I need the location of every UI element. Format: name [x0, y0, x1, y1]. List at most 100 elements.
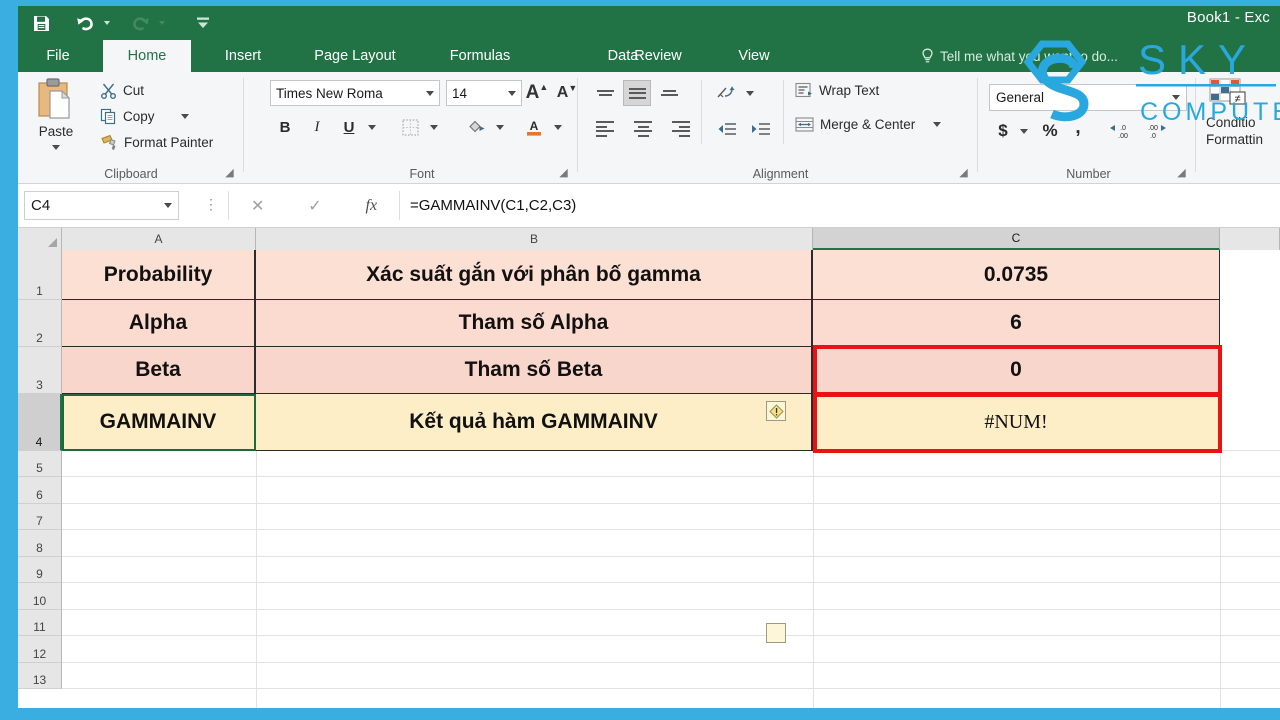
orientation-button[interactable]	[711, 80, 741, 106]
row-header-11[interactable]: 11	[18, 610, 62, 636]
cell-A2[interactable]: Alpha	[62, 300, 256, 347]
column-header-b[interactable]: B	[256, 228, 813, 250]
row-header-12[interactable]: 12	[18, 636, 62, 663]
italic-button[interactable]: I	[304, 114, 330, 140]
tab-page-layout[interactable]: Page Layout	[290, 40, 420, 72]
copy-button[interactable]: Copy	[100, 108, 189, 125]
increase-font-size-button[interactable]: A ▲	[524, 79, 550, 106]
fx-icon[interactable]: fx	[366, 197, 378, 215]
cell-C2[interactable]: 6	[813, 300, 1220, 347]
row-header-13[interactable]: 13	[18, 663, 62, 689]
tell-me-search[interactable]: Tell me what you want to do...	[921, 40, 1118, 72]
row-header-3[interactable]: 3	[18, 347, 62, 394]
row-header-9[interactable]: 9	[18, 557, 62, 583]
align-middle-button[interactable]	[623, 80, 651, 106]
save-icon[interactable]	[26, 9, 56, 37]
svg-text:.00: .00	[1148, 125, 1158, 132]
tab-home[interactable]: Home	[103, 40, 191, 72]
tab-insert[interactable]: Insert	[208, 40, 278, 72]
font-dialog-launcher[interactable]: ◢	[557, 167, 570, 180]
borders-button[interactable]	[396, 114, 424, 140]
decrease-indent-button[interactable]	[711, 116, 741, 142]
format-painter-button[interactable]: Format Painter	[100, 134, 213, 151]
font-size-caret-icon[interactable]	[508, 90, 516, 96]
font-name-caret-icon[interactable]	[426, 90, 434, 96]
row-header-5[interactable]: 5	[18, 451, 62, 477]
font-color-button[interactable]: A	[520, 114, 548, 140]
cell-A1[interactable]: Probability	[62, 250, 256, 300]
increase-indent-button[interactable]	[745, 116, 775, 142]
align-bottom-button[interactable]	[655, 80, 683, 106]
undo-dropdown-caret-icon[interactable]	[100, 9, 113, 37]
customize-qat-icon[interactable]	[188, 9, 218, 37]
cell-A3[interactable]: Beta	[62, 347, 256, 394]
orientation-dropdown-caret-icon[interactable]	[743, 80, 757, 106]
fill-color-dropdown-caret-icon[interactable]	[492, 114, 508, 140]
tab-formulas[interactable]: Formulas	[430, 40, 530, 72]
accounting-dropdown-caret-icon[interactable]	[1017, 118, 1031, 144]
select-all-corner[interactable]	[18, 228, 62, 250]
paste-dropdown-caret-icon[interactable]	[52, 145, 60, 150]
row-header-4[interactable]: 4	[18, 394, 62, 451]
underline-button[interactable]: U	[336, 114, 362, 140]
cell-B3[interactable]: Tham số Beta	[256, 347, 813, 394]
check-icon[interactable]: ✓	[308, 196, 321, 216]
borders-icon	[402, 119, 418, 135]
cell-C1[interactable]: 0.0735	[813, 250, 1220, 300]
column-header-c[interactable]: C	[813, 228, 1220, 250]
column-header-d[interactable]	[1220, 228, 1280, 250]
accounting-format-button[interactable]: $	[991, 118, 1015, 144]
merge-center-button[interactable]: Merge & Center	[795, 116, 942, 133]
clipboard-dialog-launcher[interactable]: ◢	[223, 167, 236, 180]
tab-review[interactable]: Review	[618, 40, 698, 72]
font-color-dropdown-caret-icon[interactable]	[550, 114, 566, 140]
column-header-a[interactable]: A	[62, 228, 256, 250]
number-format-caret-icon[interactable]	[1172, 95, 1180, 100]
underline-dropdown-caret-icon[interactable]	[364, 114, 380, 140]
font-size-input[interactable]: 14	[446, 80, 522, 106]
increase-decimal-button[interactable]: .0 .00	[1105, 118, 1137, 144]
tab-view[interactable]: View	[723, 40, 785, 72]
number-dialog-launcher[interactable]: ◢	[1175, 167, 1188, 180]
currency-label: $	[998, 121, 1008, 140]
bold-button[interactable]: B	[272, 114, 298, 140]
cut-button[interactable]: Cut	[100, 82, 144, 99]
row-header-1[interactable]: 1	[18, 250, 62, 300]
percent-format-button[interactable]: %	[1037, 118, 1063, 144]
merge-center-dropdown-caret-icon[interactable]	[933, 122, 942, 127]
tab-file[interactable]: File	[28, 40, 88, 72]
cell-B2[interactable]: Tham số Alpha	[256, 300, 813, 347]
align-right-button[interactable]	[667, 116, 695, 142]
formula-input[interactable]: =GAMMAINV(C1,C2,C3)	[410, 191, 1274, 220]
paste-button[interactable]: Paste	[28, 77, 84, 155]
row-header-7[interactable]: 7	[18, 504, 62, 530]
row-header-2[interactable]: 2	[18, 300, 62, 347]
name-box-caret-icon[interactable]	[164, 203, 172, 208]
number-format-select[interactable]: General	[989, 84, 1187, 111]
row-header-6[interactable]: 6	[18, 477, 62, 504]
decrease-decimal-button[interactable]: .00 .0	[1139, 118, 1171, 144]
align-center-button[interactable]	[629, 116, 657, 142]
fill-color-button[interactable]	[462, 114, 490, 140]
cell-B1[interactable]: Xác suất gắn với phân bố gamma	[256, 250, 813, 300]
align-top-button[interactable]	[591, 80, 619, 106]
name-box[interactable]: C4	[24, 191, 179, 220]
undo-icon[interactable]	[70, 9, 100, 37]
row-header-8[interactable]: 8	[18, 530, 62, 557]
row-header-10[interactable]: 10	[18, 583, 62, 610]
alignment-dialog-launcher[interactable]: ◢	[957, 167, 970, 180]
comma-format-button[interactable]: ,	[1067, 117, 1089, 144]
font-size-value: 14	[452, 85, 468, 101]
font-name-input[interactable]: Times New Roma	[270, 80, 440, 106]
copy-dropdown-caret-icon[interactable]	[180, 114, 189, 119]
align-left-button[interactable]	[591, 116, 619, 142]
error-warning-icon[interactable]	[766, 623, 786, 643]
conditional-formatting-button[interactable]: ≠	[1208, 76, 1248, 110]
cell-B4[interactable]: Kết quả hàm GAMMAINV	[256, 394, 813, 451]
error-indicator-icon[interactable]	[766, 401, 786, 421]
borders-dropdown-caret-icon[interactable]	[426, 114, 442, 140]
cancel-icon[interactable]: ✕	[251, 196, 264, 216]
wrap-text-button[interactable]: Wrap Text	[795, 82, 879, 99]
font-group-label: Font	[409, 167, 435, 181]
align-middle-icon	[628, 87, 646, 99]
